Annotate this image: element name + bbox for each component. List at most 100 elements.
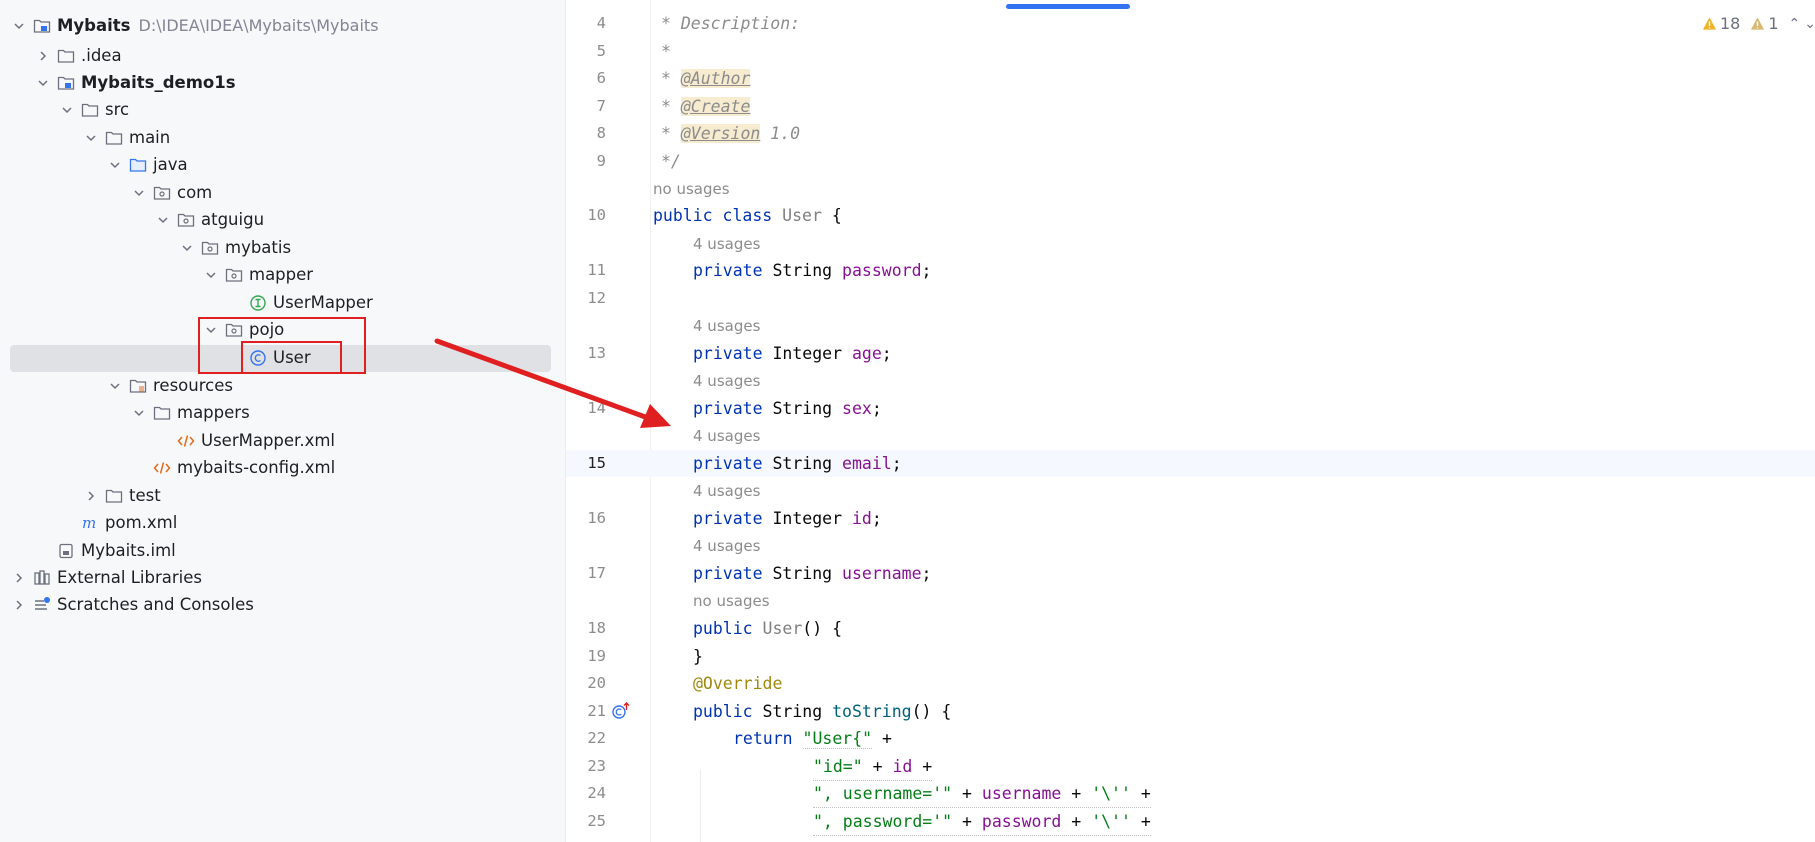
code-line[interactable]: public class User { bbox=[653, 202, 842, 229]
xml-file-icon bbox=[152, 458, 172, 478]
tree-item-label: mybaits-config.xml bbox=[177, 458, 336, 477]
chevron-right-icon[interactable] bbox=[82, 487, 100, 505]
code-line[interactable]: private String sex; bbox=[693, 395, 882, 422]
code-line[interactable]: * @Create bbox=[661, 93, 751, 120]
tree-item-java[interactable]: java bbox=[0, 151, 565, 178]
code-line[interactable]: @Override bbox=[693, 670, 782, 697]
tree-item-label: Mybaits_demo1s bbox=[81, 73, 236, 92]
code-line[interactable]: * Description: bbox=[661, 10, 800, 37]
tree-item-usermapper[interactable]: UserMapper bbox=[0, 289, 565, 316]
code-line[interactable]: * @Author bbox=[661, 65, 751, 92]
warnings-indicator[interactable]: 18 bbox=[1702, 14, 1740, 33]
code-line[interactable]: private Integer age; bbox=[693, 340, 892, 367]
tree-item-iml[interactable]: Mybaits.iml bbox=[0, 537, 565, 564]
tree-item-idea[interactable]: .idea bbox=[0, 42, 565, 69]
code-line[interactable]: "id=" + id + bbox=[813, 753, 933, 781]
tree-item-label: Scratches and Consoles bbox=[57, 595, 254, 614]
code-line[interactable]: public String toString() { bbox=[693, 698, 951, 725]
tree-item-config-xml[interactable]: mybaits-config.xml bbox=[0, 454, 565, 481]
code-line-current[interactable]: private String email; bbox=[693, 450, 902, 477]
maven-icon: m bbox=[80, 513, 100, 533]
tree-item-atguigu[interactable]: atguigu bbox=[0, 206, 565, 233]
chevron-down-icon[interactable] bbox=[82, 129, 100, 147]
line-number: 7 bbox=[596, 97, 606, 115]
code-line[interactable]: */ bbox=[661, 148, 681, 175]
chevron-right-icon[interactable] bbox=[10, 596, 28, 614]
line-number: 8 bbox=[596, 124, 606, 142]
chevron-down-icon[interactable] bbox=[106, 377, 124, 395]
project-tree: Mybaits D:\IDEA\IDEA\Mybaits\Mybaits .id… bbox=[0, 0, 565, 842]
module-folder-icon bbox=[56, 73, 76, 93]
weak-warnings-indicator[interactable]: 1 bbox=[1750, 14, 1779, 33]
tree-item-label: com bbox=[177, 183, 213, 202]
scratches-icon bbox=[32, 595, 52, 615]
chevron-down-icon[interactable] bbox=[130, 184, 148, 202]
code-line[interactable]: private String username; bbox=[693, 560, 931, 587]
line-number: 17 bbox=[587, 564, 606, 582]
weak-warnings-count: 1 bbox=[1768, 14, 1779, 33]
usages-hint[interactable]: 4 usages bbox=[693, 231, 760, 258]
chevron-down-icon[interactable] bbox=[106, 156, 124, 174]
chevron-up-icon[interactable]: ⌃ bbox=[1789, 16, 1801, 32]
usages-hint[interactable]: 4 usages bbox=[693, 423, 760, 450]
tree-item-label: atguigu bbox=[201, 210, 265, 229]
code-editor[interactable]: 18 1 ⌃ ⌄ 4 5 6 7 8 9 10 11 12 13 14 15 1… bbox=[565, 0, 1815, 842]
chevron-down-icon[interactable] bbox=[10, 17, 28, 35]
tree-item-mybatis[interactable]: mybatis bbox=[0, 234, 565, 261]
code-line[interactable]: ", username='" + username + '\'' + bbox=[813, 780, 1151, 808]
chevron-right-icon[interactable] bbox=[10, 569, 28, 587]
line-number-current: 15 bbox=[587, 454, 606, 472]
tree-item-external-libraries[interactable]: External Libraries bbox=[0, 564, 565, 591]
line-number: 23 bbox=[587, 757, 606, 775]
usages-hint[interactable]: 4 usages bbox=[693, 533, 760, 560]
chevron-down-icon[interactable] bbox=[202, 266, 220, 284]
tree-item-pom[interactable]: m pom.xml bbox=[0, 509, 565, 536]
warnings-count: 18 bbox=[1719, 14, 1741, 33]
line-number: 24 bbox=[587, 784, 606, 802]
usages-hint[interactable]: 4 usages bbox=[693, 478, 760, 505]
usages-hint[interactable]: 4 usages bbox=[693, 313, 760, 340]
chevron-down-icon[interactable] bbox=[154, 211, 172, 229]
tree-item-scratches[interactable]: Scratches and Consoles bbox=[0, 591, 565, 618]
line-number: 14 bbox=[587, 399, 606, 417]
chevron-down-icon[interactable] bbox=[34, 74, 52, 92]
code-line[interactable]: public User() { bbox=[693, 615, 842, 642]
horizontal-scrollbar-thumb[interactable] bbox=[1006, 4, 1130, 9]
code-line[interactable]: return "User{" + bbox=[733, 725, 892, 752]
tree-item-mapper[interactable]: mapper bbox=[0, 261, 565, 288]
tree-item-main[interactable]: main bbox=[0, 124, 565, 151]
usages-hint[interactable]: no usages bbox=[693, 588, 770, 615]
code-line[interactable]: * bbox=[661, 38, 671, 65]
tree-item-src[interactable]: src bbox=[0, 96, 565, 123]
tree-item-root[interactable]: Mybaits D:\IDEA\IDEA\Mybaits\Mybaits bbox=[0, 12, 565, 39]
package-icon bbox=[152, 183, 172, 203]
code-line[interactable]: * @Version 1.0 bbox=[661, 120, 800, 147]
tree-item-module[interactable]: Mybaits_demo1s bbox=[0, 69, 565, 96]
usages-hint[interactable]: 4 usages bbox=[693, 368, 760, 395]
chevron-down-icon[interactable]: ⌄ bbox=[1804, 16, 1815, 32]
tree-item-mappers[interactable]: mappers bbox=[0, 399, 565, 426]
line-number: 13 bbox=[587, 344, 606, 362]
chevron-down-icon[interactable] bbox=[130, 404, 148, 422]
code-line[interactable]: private Integer id; bbox=[693, 505, 882, 532]
line-number: 11 bbox=[587, 261, 606, 279]
folder-icon bbox=[104, 128, 124, 148]
tree-item-usermapper-xml[interactable]: UserMapper.xml bbox=[0, 427, 565, 454]
tree-item-label: UserMapper bbox=[273, 293, 373, 312]
tree-item-label: mapper bbox=[249, 265, 314, 284]
folder-icon bbox=[80, 100, 100, 120]
chevron-down-icon[interactable] bbox=[178, 239, 196, 257]
line-number: 22 bbox=[587, 729, 606, 747]
chevron-right-icon[interactable] bbox=[34, 47, 52, 65]
tree-item-resources[interactable]: resources bbox=[0, 372, 565, 399]
overrides-method-icon[interactable] bbox=[611, 701, 631, 721]
chevron-down-icon[interactable] bbox=[58, 101, 76, 119]
usages-hint[interactable]: no usages bbox=[653, 176, 730, 203]
tree-item-com[interactable]: com bbox=[0, 179, 565, 206]
tree-item-test[interactable]: test bbox=[0, 482, 565, 509]
code-line[interactable]: private String password; bbox=[693, 257, 931, 284]
inspections-widget[interactable]: 18 1 ⌃ ⌄ bbox=[1702, 14, 1815, 33]
code-line[interactable]: ", password='" + password + '\'' + bbox=[813, 808, 1151, 836]
code-line[interactable]: } bbox=[693, 643, 703, 670]
tree-item-label: mybatis bbox=[225, 238, 292, 257]
